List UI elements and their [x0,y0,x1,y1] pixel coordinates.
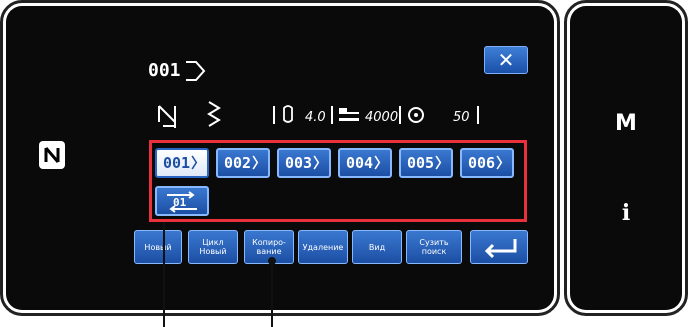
side-panel: M i [570,6,682,310]
view-label: Вид [368,242,386,252]
new-cycle-label: Цикл Новый [199,238,227,256]
filter-label: Сузить поиск [419,238,449,256]
mode-button[interactable]: M [582,88,670,158]
enter-button[interactable] [470,230,528,264]
delete-button[interactable]: Удаление [298,230,348,264]
thread-tension-icon [283,105,293,123]
zigzag-icon [207,101,221,127]
presser-foot-value: 50 [453,110,470,125]
copy-label: Копиро- вание [252,238,286,256]
new-label: Новый [144,242,172,252]
info-button[interactable]: i [582,178,670,248]
enter-icon [484,239,517,259]
parameter-row: 4.0 4000 50 [155,100,495,132]
device-panel: ✕ 001 4.0 4000 50 001 〉 002 〉 003 〉 004 … [0,0,688,327]
presser-foot-icon [408,107,424,123]
callout-line-copy [271,262,273,327]
mode-label: M [615,110,637,136]
filter-button[interactable]: Сузить поиск [406,230,462,264]
info-label: i [621,200,631,226]
pattern-number: 001 [148,60,181,81]
pattern-shape-icon [186,61,206,81]
new-button[interactable]: Новый [134,230,182,264]
close-button[interactable]: ✕ [484,46,528,74]
view-button[interactable]: Вид [352,230,402,264]
pattern-list-highlight [149,140,527,222]
thread-tension-value: 4.0 [305,110,326,125]
callout-line-pattern-list [163,222,165,327]
nfc-icon [38,140,66,170]
delete-label: Удаление [302,242,344,252]
sewing-speed-value: 4000 [365,110,399,125]
sewing-speed-icon [339,108,359,121]
new-cycle-button[interactable]: Цикл Новый [188,230,238,264]
stitch-start-icon [158,105,176,128]
pattern-number-display: 001 [148,56,208,90]
